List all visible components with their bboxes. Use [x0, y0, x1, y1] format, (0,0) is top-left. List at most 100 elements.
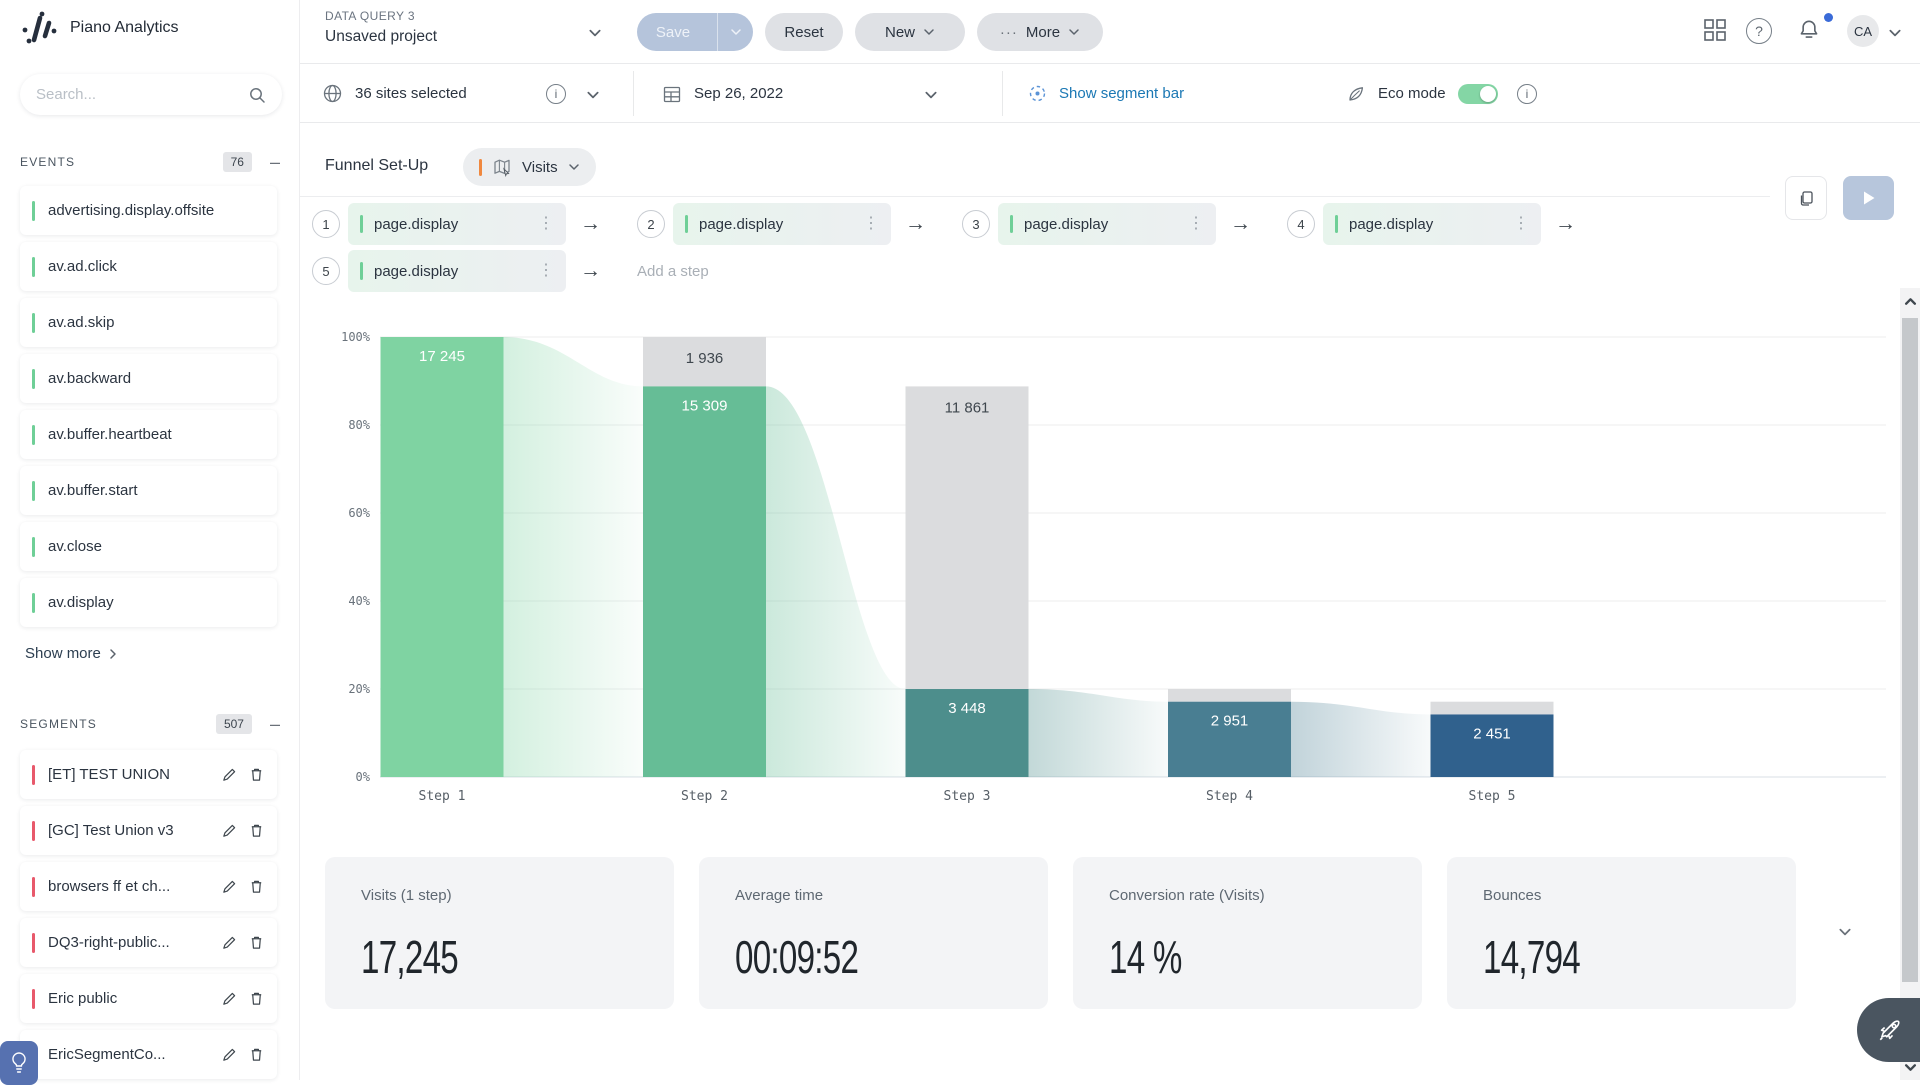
search-icon — [248, 86, 266, 104]
event-item[interactable]: av.buffer.heartbeat — [20, 410, 277, 459]
edit-icon[interactable] — [221, 934, 238, 951]
step-number: 1 — [312, 210, 340, 238]
copy-icon — [1797, 189, 1816, 208]
step-chip[interactable]: page.display⋮ — [1323, 203, 1541, 245]
svg-text:0%: 0% — [356, 770, 371, 784]
kpi-value: 14,794 — [1483, 930, 1682, 984]
step-chip[interactable]: page.display⋮ — [348, 203, 566, 245]
event-item[interactable]: av.display — [20, 578, 277, 627]
delete-icon[interactable] — [248, 934, 265, 951]
date-picker[interactable]: Sep 26, 2022 — [662, 64, 783, 123]
event-item[interactable]: av.buffer.start — [20, 466, 277, 515]
segment-item[interactable]: [ET] TEST UNION — [20, 750, 277, 799]
event-item[interactable]: av.ad.click — [20, 242, 277, 291]
lightbulb-icon — [9, 1051, 29, 1075]
event-item[interactable]: av.backward — [20, 354, 277, 403]
eco-info-icon[interactable]: i — [1517, 84, 1537, 104]
segment-item[interactable]: Eric public — [20, 974, 277, 1023]
filters-toolbar: 36 sites selected i Sep 26, 2022 Show se… — [300, 64, 1920, 123]
delete-icon[interactable] — [248, 990, 265, 1007]
edit-icon[interactable] — [221, 766, 238, 783]
save-dropdown[interactable] — [717, 13, 753, 51]
collapse-segments-icon[interactable]: – — [270, 719, 280, 729]
search-input[interactable] — [36, 86, 248, 103]
edit-icon[interactable] — [221, 990, 238, 1007]
date-chevron-icon[interactable] — [924, 88, 938, 102]
sidebar-search[interactable] — [20, 74, 282, 115]
sites-info-icon[interactable]: i — [546, 84, 566, 104]
avatar-initials: CA — [1854, 24, 1872, 39]
vertical-scrollbar[interactable] — [1900, 288, 1920, 1080]
feedback-rocket-button[interactable] — [1857, 998, 1920, 1062]
segment-item[interactable]: EricSegmentCo... — [20, 1030, 277, 1079]
duplicate-funnel-button[interactable] — [1785, 176, 1827, 220]
delete-icon[interactable] — [248, 766, 265, 783]
edit-icon[interactable] — [221, 1046, 238, 1063]
event-item[interactable]: av.ad.skip — [20, 298, 277, 347]
show-segment-bar-link[interactable]: Show segment bar — [1028, 64, 1184, 123]
segment-item[interactable]: [GC] Test Union v3 — [20, 806, 277, 855]
segments-count-badge: 507 — [216, 714, 252, 734]
event-item[interactable]: av.close — [20, 522, 277, 571]
notifications-bell-icon[interactable] — [1796, 17, 1822, 43]
segment-accent — [32, 821, 35, 841]
step-label: page.display — [1024, 216, 1186, 233]
segment-label: EricSegmentCo... — [48, 1046, 211, 1063]
event-item[interactable]: advertising.display.offsite — [20, 186, 277, 235]
segment-label: [ET] TEST UNION — [48, 766, 211, 783]
collapse-events-icon[interactable]: – — [270, 157, 280, 167]
scrollbar-thumb[interactable] — [1902, 318, 1918, 982]
account-chevron-icon[interactable] — [1888, 26, 1902, 40]
metric-selector-chip[interactable]: Visits — [463, 148, 596, 186]
kebab-menu-icon[interactable]: ⋮ — [1511, 217, 1531, 231]
kebab-menu-icon[interactable]: ⋮ — [861, 217, 881, 231]
sites-chevron-icon[interactable] — [586, 88, 600, 102]
help-icon[interactable]: ? — [1746, 18, 1772, 44]
step-chip[interactable]: page.display⋮ — [348, 250, 566, 292]
event-label: av.buffer.start — [48, 482, 265, 499]
delete-icon[interactable] — [248, 878, 265, 895]
user-avatar[interactable]: CA — [1847, 15, 1879, 47]
run-funnel-button[interactable] — [1843, 176, 1894, 220]
reset-button[interactable]: Reset — [765, 13, 843, 51]
delete-icon[interactable] — [248, 822, 265, 839]
kebab-menu-icon[interactable]: ⋮ — [1186, 217, 1206, 231]
segment-item[interactable]: browsers ff et ch... — [20, 862, 277, 911]
segment-label: [GC] Test Union v3 — [48, 822, 211, 839]
kebab-menu-icon[interactable]: ⋮ — [536, 264, 556, 278]
scroll-up-button[interactable] — [1900, 288, 1920, 314]
save-button[interactable]: Save — [637, 13, 753, 51]
metric-accent — [479, 159, 482, 176]
kpi-collapse-chevron-icon[interactable] — [1838, 925, 1852, 939]
add-step-input[interactable]: Add a step — [637, 263, 709, 280]
step-accent — [360, 215, 363, 233]
help-widget-button[interactable] — [0, 1041, 38, 1085]
funnel-step: 3 page.display⋮ → — [962, 203, 1287, 245]
metric-label: Visits — [522, 159, 558, 176]
kebab-menu-icon[interactable]: ⋮ — [536, 217, 556, 231]
project-chevron-icon[interactable] — [588, 26, 602, 40]
save-label: Save — [637, 24, 709, 41]
new-button[interactable]: New — [855, 13, 965, 51]
top-header: DATA QUERY 3 Unsaved project Save Reset … — [300, 0, 1920, 64]
event-label: advertising.display.offsite — [48, 202, 265, 219]
new-label: New — [885, 24, 915, 41]
edit-icon[interactable] — [221, 878, 238, 895]
event-accent — [32, 201, 35, 221]
eco-mode-toggle[interactable] — [1458, 84, 1498, 104]
sites-selector[interactable]: 36 sites selected — [322, 64, 467, 123]
step-chip[interactable]: page.display⋮ — [673, 203, 891, 245]
step-chip[interactable]: page.display⋮ — [998, 203, 1216, 245]
visits-map-icon — [492, 157, 512, 177]
edit-icon[interactable] — [221, 822, 238, 839]
apps-grid-icon[interactable] — [1702, 17, 1728, 43]
event-label: av.buffer.heartbeat — [48, 426, 265, 443]
svg-text:100%: 100% — [341, 330, 371, 344]
segment-item[interactable]: DQ3-right-public... — [20, 918, 277, 967]
event-label: av.ad.skip — [48, 314, 265, 331]
delete-icon[interactable] — [248, 1046, 265, 1063]
kpi-card-average-time: Average time 00:09:52 — [699, 857, 1048, 1009]
chevron-down-icon — [923, 26, 935, 38]
more-button[interactable]: ··· More — [977, 13, 1103, 51]
show-more-link[interactable]: Show more — [25, 645, 119, 662]
